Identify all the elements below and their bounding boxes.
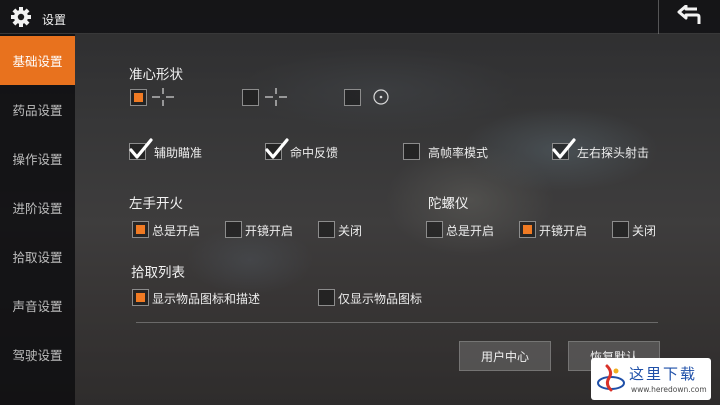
crosshair-option-2-radio[interactable] [242,89,259,106]
sidebar-item-sound[interactable]: 声音设置 [0,281,75,330]
sidebar-item-basic[interactable]: 基础设置 [0,36,75,85]
left-fire-scope-label: 开镜开启 [245,224,294,238]
sidebar-item-pickup[interactable]: 拾取设置 [0,232,75,281]
left-fire-off-radio[interactable] [318,221,335,238]
crosshair-label: 准心形状 [129,67,183,83]
watermark-url: www.heredown.com [631,385,707,394]
watermark-logo-icon [596,363,626,399]
sidebar: 基础设置 药品设置 操作设置 进阶设置 拾取设置 声音设置 驾驶设置 [0,34,75,405]
divider [136,322,658,323]
gyroscope-always-radio[interactable] [426,221,443,238]
crosshair-option-3-radio[interactable] [344,89,361,106]
gyroscope-label: 陀螺仪 [428,196,469,212]
return-arrow-icon [677,4,703,29]
aim-assist-label: 辅助瞄准 [154,146,203,160]
back-button[interactable] [658,0,720,34]
left-fire-scope-radio[interactable] [225,221,242,238]
top-bar: 设置 [0,0,720,34]
crosshair-cross-icon [152,88,174,110]
left-fire-always-radio[interactable] [132,221,149,238]
gear-icon [10,6,32,28]
hit-feedback-checkbox[interactable] [265,138,289,160]
aim-assist-checkbox[interactable] [129,138,153,160]
high-framerate-checkbox[interactable] [403,143,420,160]
gyroscope-scope-label: 开镜开启 [539,224,588,238]
sidebar-item-advanced[interactable]: 进阶设置 [0,183,75,232]
left-fire-label: 左手开火 [129,196,183,212]
peek-fire-label: 左右探头射击 [577,146,650,160]
pickup-icon-only-label: 仅显示物品图标 [338,292,423,306]
sidebar-item-medicine[interactable]: 药品设置 [0,85,75,134]
crosshair-cross-icon [265,88,287,110]
sidebar-item-driving[interactable]: 驾驶设置 [0,330,75,379]
pickup-icon-only-radio[interactable] [318,289,335,306]
gyroscope-off-label: 关闭 [632,224,657,238]
watermark: 这里下载 www.heredown.com [591,358,711,400]
hit-feedback-label: 命中反馈 [290,146,339,160]
left-fire-always-label: 总是开启 [152,224,201,238]
gyroscope-always-label: 总是开启 [446,224,495,238]
user-center-button[interactable]: 用户中心 [459,341,551,371]
page-title: 设置 [42,13,67,27]
pickup-list-label: 拾取列表 [131,265,185,281]
sidebar-item-controls[interactable]: 操作设置 [0,134,75,183]
high-framerate-label: 高帧率模式 [428,146,489,160]
gyroscope-scope-radio[interactable] [519,221,536,238]
pickup-icon-desc-radio[interactable] [132,289,149,306]
pickup-icon-desc-label: 显示物品图标和描述 [152,292,261,306]
crosshair-circle-dot-icon [372,88,390,110]
crosshair-option-1-radio[interactable] [130,89,147,106]
peek-fire-checkbox[interactable] [552,138,576,160]
gyroscope-off-radio[interactable] [612,221,629,238]
watermark-text: 这里下载 [629,365,698,383]
left-fire-off-label: 关闭 [338,224,363,238]
